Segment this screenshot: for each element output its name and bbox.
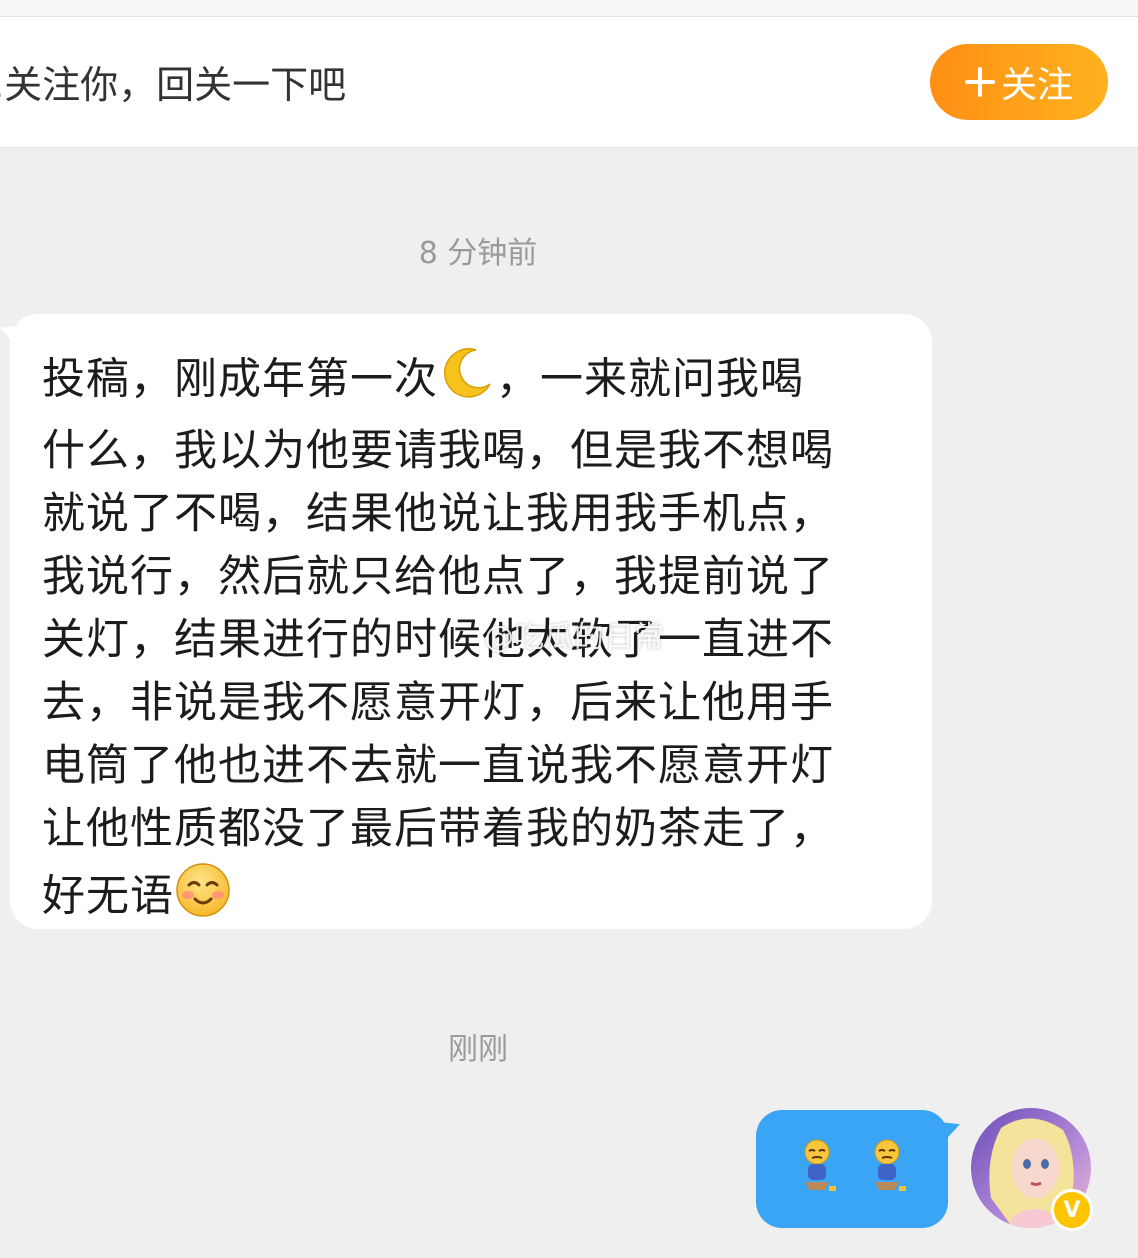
crescent-moon-icon [438,344,496,420]
smiling-face-blush-icon [174,861,232,937]
vip-badge: V [1051,1189,1093,1231]
bubble-tail [938,1122,960,1148]
top-strip [0,0,1138,17]
message-line-1: 投稿，刚成年第一次 [42,354,438,405]
person-sitting-sad-icon [865,1138,909,1200]
follow-prompt-text: ,关注你，回关一下吧 [0,63,347,107]
outgoing-message-bubble[interactable] [756,1110,948,1228]
follow-button[interactable]: 关注 [930,44,1108,120]
message-timestamp: 刚刚 [448,1032,508,1067]
watermark: @吃瓜的日常 [484,620,664,655]
person-sitting-sad-icon [795,1138,839,1200]
message-line-1-rest: ，一来就问我喝 [496,354,804,405]
follow-prompt-bar: ,关注你，回关一下吧 关注 [0,17,1138,148]
plus-icon [964,67,995,97]
message-body: 什么，我以为他要请我喝，但是我不想喝 就说了不喝，结果他说让我用我手机点， 我说… [42,426,834,922]
follow-button-label: 关注 [1000,65,1073,106]
message-timestamp: 8 分钟前 [418,236,538,271]
incoming-message-text[interactable]: 投稿，刚成年第一次 ，一来就问我喝 什么，我以为他要请我喝，但是我不想喝 就说了不… [42,344,912,937]
